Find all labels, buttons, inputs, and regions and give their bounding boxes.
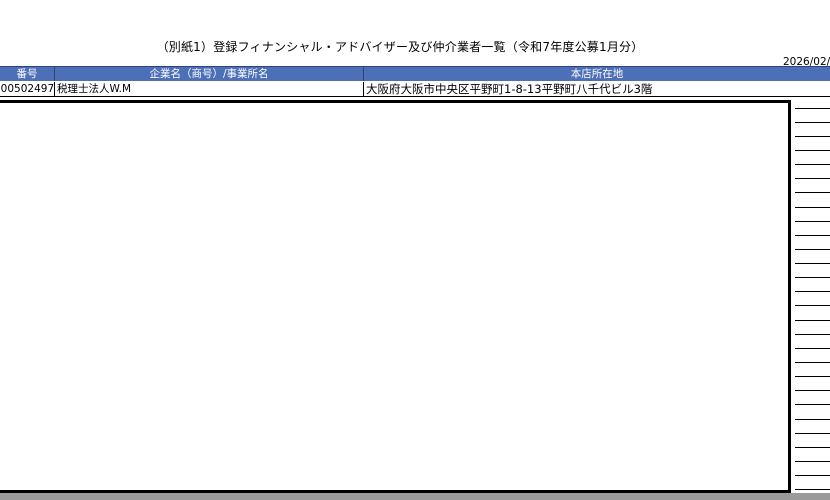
blank-overlay-box <box>0 100 791 493</box>
cell-address: 大阪府大阪市中央区平野町1-8-13平野町八千代ビル3階 <box>366 82 653 96</box>
table-row-lines <box>795 108 830 490</box>
column-header-number: 番号 <box>0 67 55 81</box>
cell-company-name: 税理士法人W.M <box>55 82 364 96</box>
row-divider <box>0 96 830 97</box>
bottom-scroll-bar[interactable] <box>0 493 830 500</box>
document-title: （別紙1）登録フィナンシャル・アドバイザー及び仲介業者一覧（令和7年度公募1月分… <box>156 40 644 54</box>
column-header-company-name: 企業名（商号）/事業所名 <box>55 67 364 81</box>
column-header-head-office-address: 本店所在地 <box>364 67 830 81</box>
cell-number: 0005024974 <box>0 82 55 96</box>
